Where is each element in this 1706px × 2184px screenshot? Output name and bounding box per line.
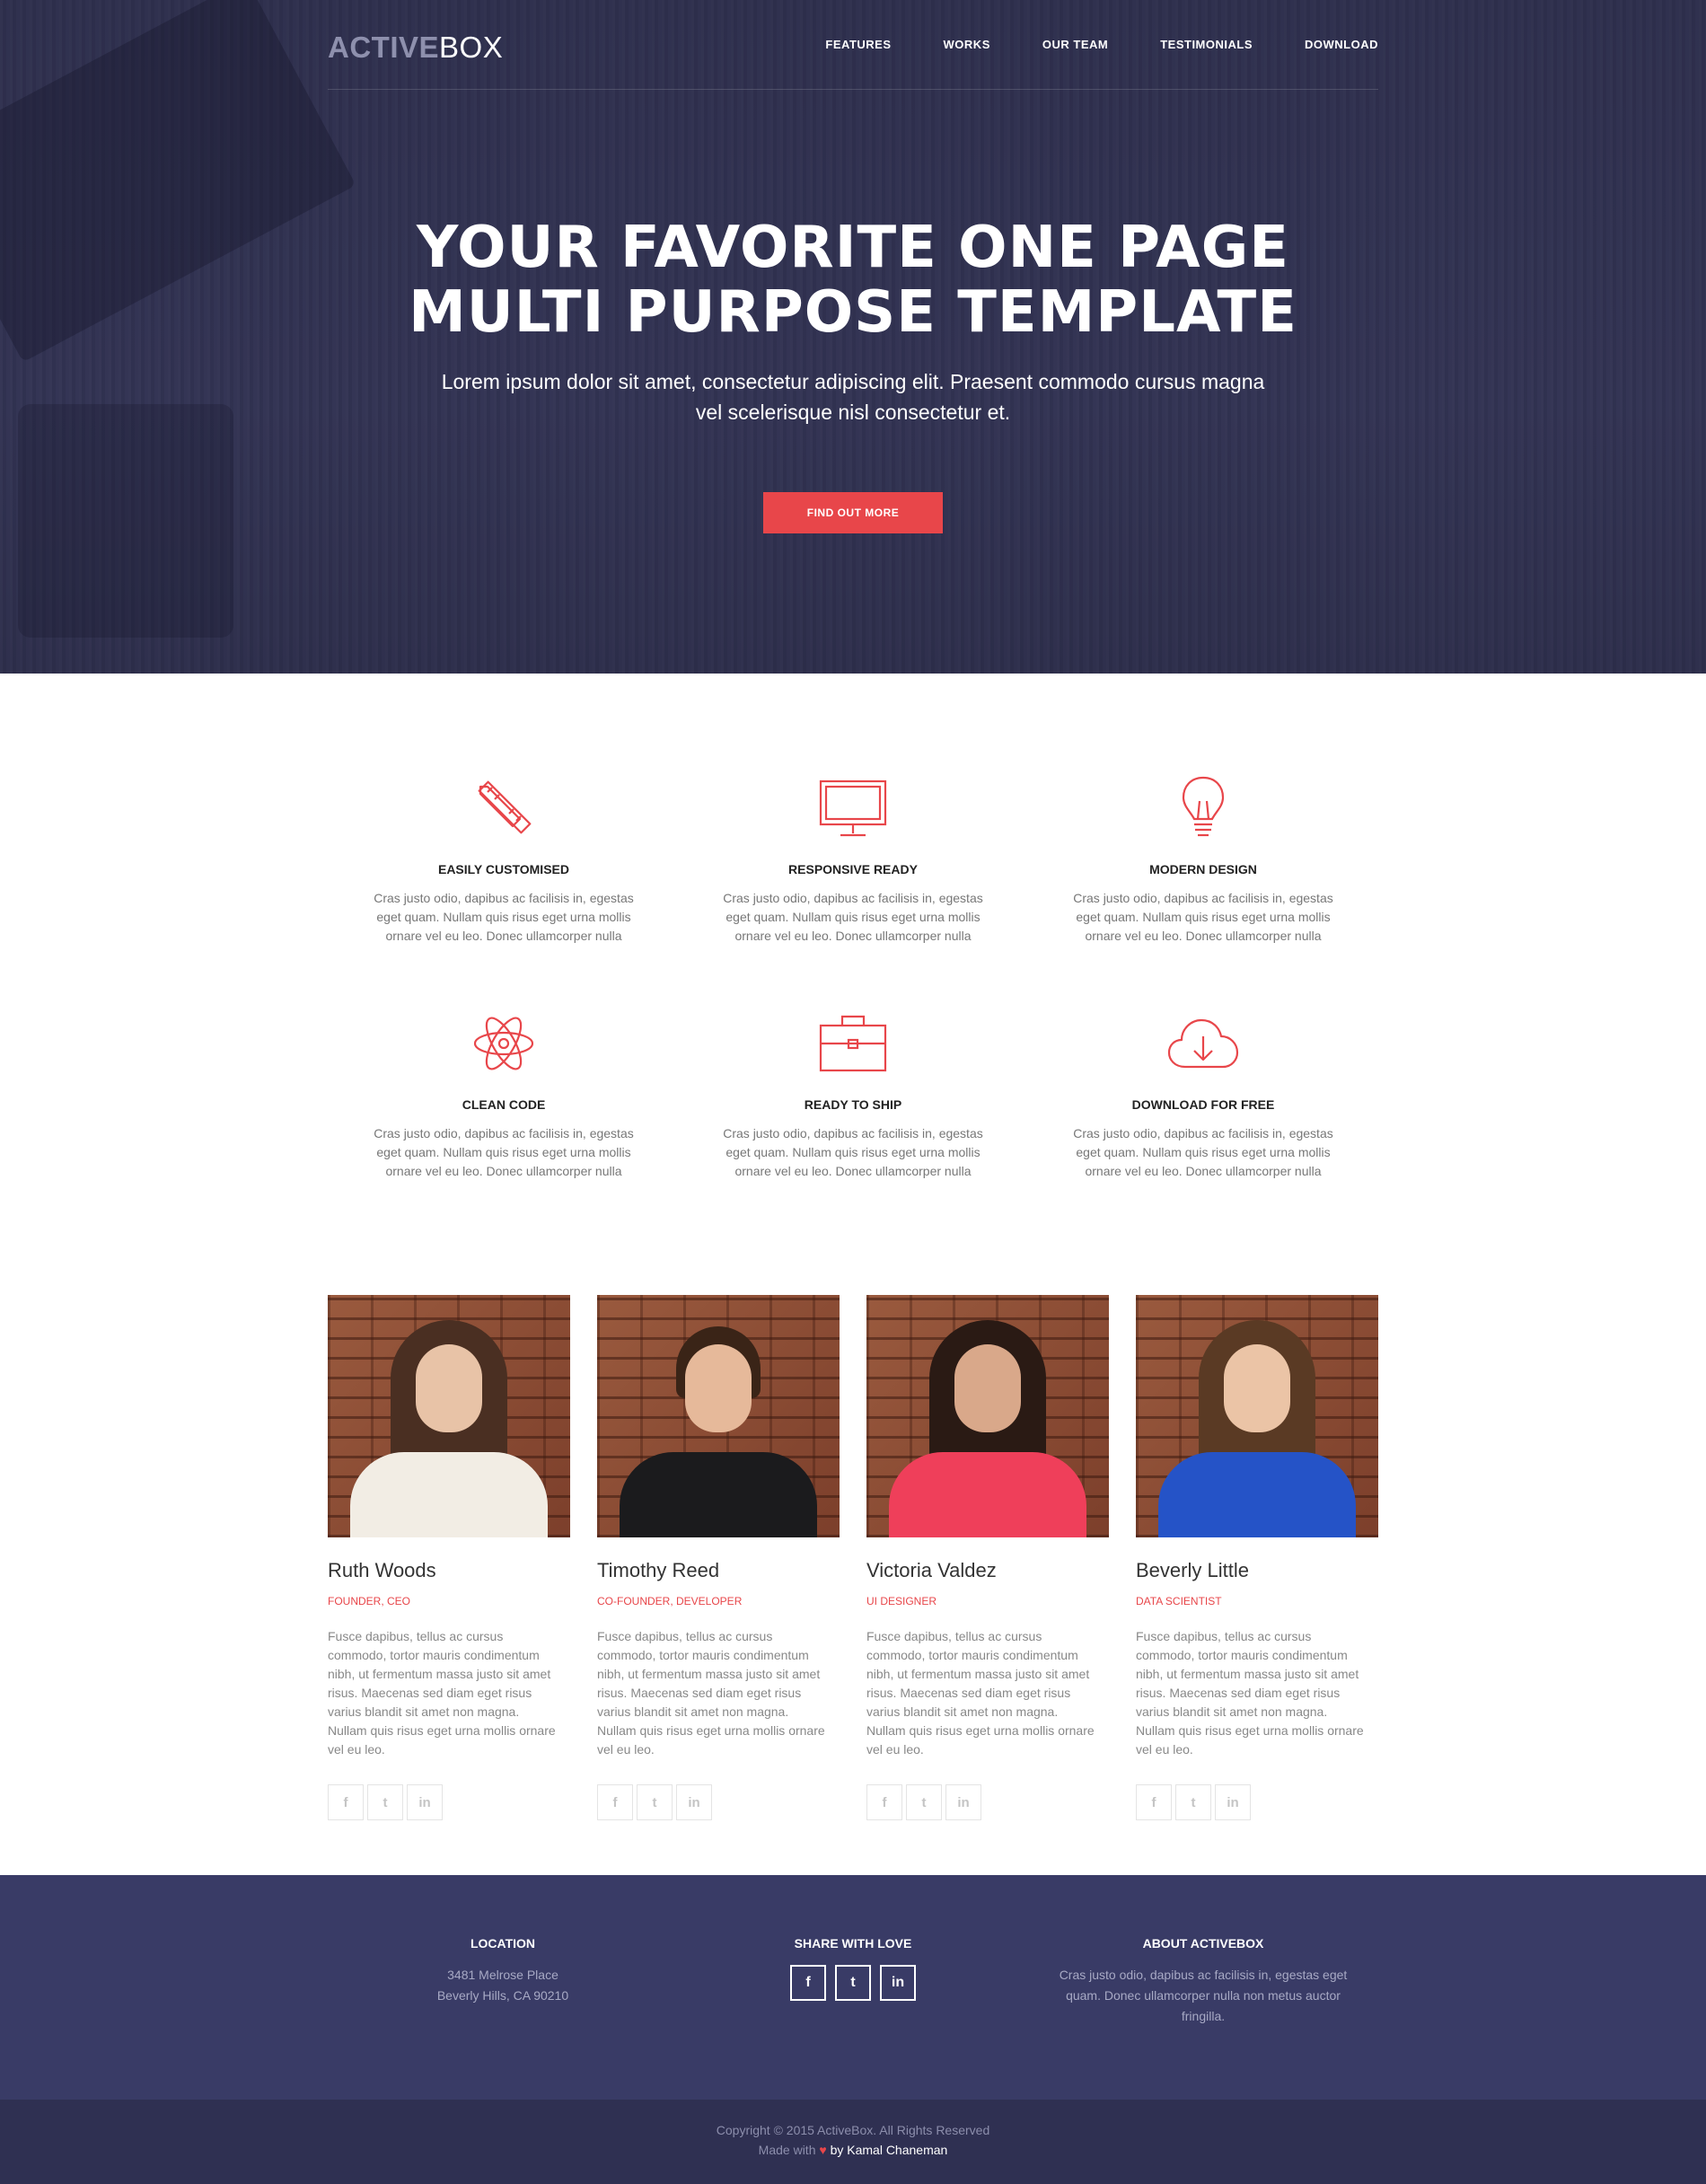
nav-item-our-team[interactable]: OUR TEAM [1042, 38, 1108, 51]
nav-menu: FEATURES WORKS OUR TEAM TESTIMONIALS DOW… [825, 38, 1378, 51]
heart-icon: ♥ [819, 2143, 827, 2157]
feature-title: MODERN DESIGN [1149, 862, 1257, 876]
team-member-card: Ruth Woods FOUNDER, CEO Fusce dapibus, t… [328, 1295, 570, 1820]
feature-card: RESPONSIVE READY Cras justo odio, dapibu… [718, 772, 988, 946]
feature-title: READY TO SHIP [804, 1097, 902, 1112]
linkedin-icon[interactable]: in [407, 1784, 443, 1820]
team-member-role: FOUNDER, CEO [328, 1595, 411, 1607]
team-member-photo [328, 1295, 570, 1537]
twitter-icon[interactable]: t [637, 1784, 673, 1820]
footer: LOCATION 3481 Melrose Place Beverly Hills… [0, 1875, 1706, 2100]
footer-share: SHARE WITH LOVE f t in [718, 1936, 988, 2001]
hero-background-shape [18, 404, 233, 638]
feature-card: EASILY CUSTOMISED Cras justo odio, dapib… [369, 772, 638, 946]
feature-card: MODERN DESIGN Cras justo odio, dapibus a… [1068, 772, 1338, 946]
feature-text: Cras justo odio, dapibus ac facilisis in… [374, 891, 634, 943]
team-member-socials: f t in [1136, 1784, 1378, 1820]
brand-logo-strong: ACTIVE [328, 31, 440, 64]
footer-location-title: LOCATION [470, 1936, 536, 1951]
feature-text: Cras justo odio, dapibus ac facilisis in… [723, 891, 983, 943]
feature-text: Cras justo odio, dapibus ac facilisis in… [1073, 1126, 1333, 1178]
cloud-download-icon [1167, 1018, 1239, 1069]
team-member-role: UI DESIGNER [866, 1595, 937, 1607]
linkedin-icon[interactable]: in [1215, 1784, 1251, 1820]
team-member-name: Beverly Little [1136, 1559, 1249, 1581]
facebook-icon[interactable]: f [597, 1784, 633, 1820]
team-member-photo [1136, 1295, 1378, 1537]
footer-address: 3481 Melrose Place Beverly Hills, CA 9021… [436, 1968, 569, 2003]
team-member-bio: Fusce dapibus, tellus ac cursus commodo, … [866, 1629, 1095, 1757]
team-member-card: Timothy Reed CO-FOUNDER, DEVELOPER Fusce… [597, 1295, 840, 1820]
team-member-photo [866, 1295, 1109, 1537]
facebook-icon[interactable]: f [328, 1784, 364, 1820]
footer-about: ABOUT ACTIVEBOX Cras justo odio, dapibus… [1033, 1936, 1374, 2027]
atom-icon [473, 1017, 534, 1070]
twitter-icon[interactable]: t [835, 1965, 871, 2001]
hero-section: ACTIVEBOX FEATURES WORKS OUR TEAM TESTIM… [0, 0, 1706, 674]
team-member-card: Victoria Valdez UI DESIGNER Fusce dapibu… [866, 1295, 1109, 1820]
nav-item-features[interactable]: FEATURES [825, 38, 891, 51]
feature-card: READY TO SHIP Cras justo odio, dapibus a… [718, 1008, 988, 1181]
feature-card: CLEAN CODE Cras justo odio, dapibus ac f… [369, 1008, 638, 1181]
feature-title: EASILY CUSTOMISED [437, 862, 569, 876]
linkedin-icon[interactable]: in [945, 1784, 981, 1820]
team-member-bio: Fusce dapibus, tellus ac cursus commodo, … [1136, 1629, 1364, 1757]
feature-text: Cras justo odio, dapibus ac facilisis in… [374, 1126, 634, 1178]
team-member-name: Ruth Woods [328, 1559, 436, 1581]
footer-about-text: Cras justo odio, dapibus ac facilisis in… [1059, 1968, 1348, 2023]
feature-text: Cras justo odio, dapibus ac facilisis in… [723, 1126, 983, 1178]
pencil-ruler-icon [478, 780, 532, 834]
copyright-text: Copyright © 2015 ActiveBox. All Rights R… [716, 2123, 990, 2137]
team-member-socials: f t in [866, 1784, 1109, 1820]
hero-title-line-2: MULTI PURPOSE TEMPLATE [409, 279, 1297, 346]
team-member-name: Victoria Valdez [866, 1559, 997, 1581]
facebook-icon[interactable]: f [866, 1784, 902, 1820]
feature-title: DOWNLOAD FOR FREE [1131, 1097, 1275, 1112]
footer-share-title: SHARE WITH LOVE [794, 1936, 912, 1951]
briefcase-icon [819, 1015, 887, 1072]
copyright-bar: Copyright © 2015 ActiveBox. All Rights R… [0, 2100, 1706, 2184]
nav-item-download[interactable]: DOWNLOAD [1305, 38, 1378, 51]
find-out-more-button[interactable]: FIND OUT MORE [763, 492, 943, 533]
twitter-icon[interactable]: t [906, 1784, 942, 1820]
monitor-icon [819, 779, 887, 837]
team-member-socials: f t in [597, 1784, 840, 1820]
nav-item-testimonials[interactable]: TESTIMONIALS [1160, 38, 1253, 51]
team-member-bio: Fusce dapibus, tellus ac cursus commodo, … [597, 1629, 825, 1757]
facebook-icon[interactable]: f [1136, 1784, 1172, 1820]
team-member-photo [597, 1295, 840, 1537]
twitter-icon[interactable]: t [1175, 1784, 1211, 1820]
team-member-name: Timothy Reed [597, 1559, 720, 1581]
footer-location: LOCATION 3481 Melrose Place Beverly Hills… [368, 1936, 638, 2006]
hero-subtitle: Lorem ipsum dolor sit amet, consectetur … [0, 366, 1706, 427]
team-member-role: DATA SCIENTIST [1136, 1595, 1222, 1607]
facebook-icon[interactable]: f [790, 1965, 826, 2001]
hero-title-line-1: YOUR FAVORITE ONE PAGE [417, 215, 1289, 281]
made-with-text: Made with ♥ by Kamal Chaneman [758, 2143, 948, 2157]
twitter-icon[interactable]: t [367, 1784, 403, 1820]
nav-item-works[interactable]: WORKS [944, 38, 990, 51]
brand-logo[interactable]: ACTIVEBOX [328, 31, 503, 65]
hero-title: YOUR FAVORITE ONE PAGE MULTI PURPOSE TEM… [0, 216, 1706, 345]
brand-logo-light: BOX [439, 31, 504, 64]
footer-about-title: ABOUT ACTIVEBOX [1142, 1936, 1264, 1951]
hero-subtitle-line-1: Lorem ipsum dolor sit amet, consectetur … [441, 370, 1265, 393]
feature-title: CLEAN CODE [462, 1097, 546, 1112]
team-member-role: CO-FOUNDER, DEVELOPER [597, 1595, 743, 1607]
team-member-card: Beverly Little DATA SCIENTIST Fusce dapi… [1136, 1295, 1378, 1820]
feature-card: DOWNLOAD FOR FREE Cras justo odio, dapib… [1068, 1008, 1338, 1181]
top-navigation: ACTIVEBOX FEATURES WORKS OUR TEAM TESTIM… [328, 27, 1378, 90]
linkedin-icon[interactable]: in [676, 1784, 712, 1820]
team-member-socials: f t in [328, 1784, 570, 1820]
footer-social-links: f t in [718, 1965, 988, 2001]
linkedin-icon[interactable]: in [880, 1965, 916, 2001]
feature-text: Cras justo odio, dapibus ac facilisis in… [1073, 891, 1333, 943]
hero-subtitle-line-2: vel scelerisque nisl consectetur et. [695, 401, 1011, 424]
team-member-bio: Fusce dapibus, tellus ac cursus commodo, … [328, 1629, 556, 1757]
feature-title: RESPONSIVE READY [788, 862, 918, 876]
lightbulb-icon [1182, 776, 1225, 837]
author-link[interactable]: by Kamal Chaneman [831, 2143, 948, 2157]
